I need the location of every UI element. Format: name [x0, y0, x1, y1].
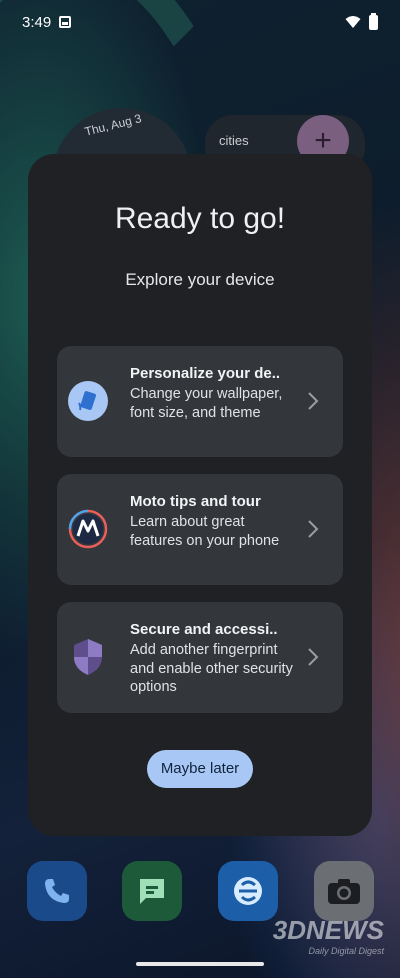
dialog-title: Ready to go!: [114, 202, 286, 235]
status-bar: 3:49: [0, 0, 400, 44]
maybe-later-button[interactable]: Maybe later: [147, 750, 253, 788]
card-title: Moto tips and tour: [130, 493, 261, 510]
card-title: Personalize your de..: [130, 365, 281, 382]
browser-icon[interactable]: [218, 861, 278, 921]
camera-icon[interactable]: [314, 861, 374, 921]
gesture-nav-handle[interactable]: [136, 962, 264, 966]
card-description: Change your wallpaper, font size, and th…: [130, 386, 283, 421]
card-moto-tips[interactable]: Moto tips and tour Learn about great fea…: [57, 474, 343, 585]
chevron-right-icon: [301, 643, 325, 671]
ready-dialog: Ready to go! Explore your device Persona…: [28, 154, 372, 836]
status-icons: [345, 12, 378, 30]
card-title: Secure and accessi..: [130, 621, 278, 638]
watermark-logo: 3DNEWS: [272, 915, 384, 945]
status-time: 3:49: [22, 13, 52, 31]
watermark: 3DNEWS Daily Digital Digest: [273, 915, 384, 956]
card-description: Learn about great features on your phone: [130, 514, 280, 549]
wifi-icon: [345, 16, 361, 28]
card-personalize[interactable]: Personalize your de.. Change your wallpa…: [57, 346, 343, 457]
messages-icon[interactable]: [122, 861, 182, 921]
phone-icon[interactable]: [27, 861, 87, 921]
moto-logo-icon: [68, 509, 108, 549]
shield-icon: [68, 637, 108, 677]
dialog-subtitle: Explore your device: [125, 270, 275, 289]
card-description: Add another fingerprint and enable other…: [130, 642, 293, 695]
weather-widget-cities: cities: [219, 133, 249, 148]
notification-icon: [59, 16, 72, 28]
chevron-right-icon: [301, 515, 325, 543]
card-security[interactable]: Secure and accessi.. Add another fingerp…: [57, 602, 343, 713]
watermark-tagline: Daily Digital Digest: [308, 946, 384, 956]
personalize-icon: [68, 381, 108, 421]
chevron-right-icon: [301, 387, 325, 415]
battery-icon: [369, 12, 378, 30]
